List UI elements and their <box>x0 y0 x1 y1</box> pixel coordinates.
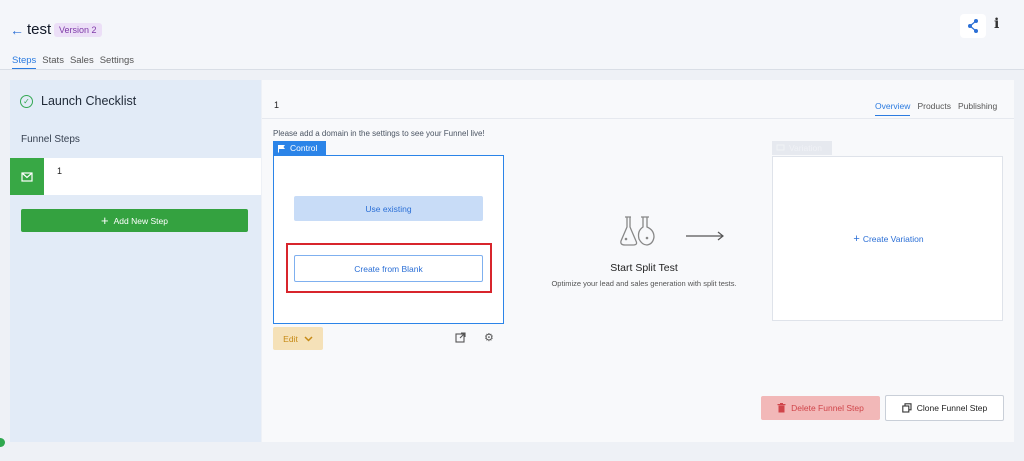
tab-publishing[interactable]: Publishing <box>958 101 997 116</box>
tabs-divider <box>262 118 1014 119</box>
use-existing-button[interactable]: Use existing <box>294 196 483 221</box>
plus-icon: + <box>101 213 109 228</box>
status-dot <box>0 438 5 447</box>
copy-icon <box>902 403 912 413</box>
variation-card: + Create Variation <box>772 156 1003 321</box>
chevron-down-icon <box>304 335 313 342</box>
trash-icon <box>777 403 786 413</box>
info-icon[interactable]: i <box>994 16 999 32</box>
nav-stats[interactable]: Stats <box>42 55 64 69</box>
tab-products[interactable]: Products <box>917 101 951 116</box>
check-circle-icon: ✓ <box>20 94 33 108</box>
create-from-blank-button[interactable]: Create from Blank <box>294 255 483 282</box>
launch-checklist[interactable]: ✓ Launch Checklist <box>10 80 261 122</box>
funnel-step-label: 1 <box>57 166 63 176</box>
split-test-description: Optimize your lead and sales generation … <box>551 279 737 288</box>
main-panel: 1 Overview Products Publishing Please ad… <box>262 80 1014 442</box>
nav-steps[interactable]: Steps <box>12 55 37 69</box>
delete-label: Delete Funnel Step <box>791 403 864 413</box>
split-test-title: Start Split Test <box>610 262 678 274</box>
tab-overview[interactable]: Overview <box>875 101 911 116</box>
control-card: Use existing Create from Blank <box>273 155 504 324</box>
create-variation-label: Create Variation <box>862 234 924 244</box>
step-name: 1 <box>274 100 280 110</box>
version-badge: Version 2 <box>54 23 102 37</box>
nav-settings[interactable]: Settings <box>100 55 134 69</box>
control-label: Control <box>290 143 318 153</box>
control-tag: Control <box>273 141 326 155</box>
chat-icon <box>776 144 785 150</box>
arrow-right-icon <box>686 231 724 241</box>
share-button[interactable] <box>960 14 986 38</box>
variation-tag: Variation <box>772 141 832 155</box>
external-link-icon[interactable] <box>455 332 466 343</box>
funnel-step-item[interactable]: 1 <box>10 158 261 195</box>
variation-label: Variation <box>789 143 822 153</box>
split-test-flask-icon <box>620 216 655 246</box>
clone-label: Clone Funnel Step <box>916 403 988 413</box>
mail-icon <box>10 158 44 195</box>
funnel-steps-heading: Funnel Steps <box>21 134 80 145</box>
sidebar: ✓ Launch Checklist Funnel Steps 1 + Add … <box>10 80 261 442</box>
share-icon <box>968 19 978 33</box>
gear-icon[interactable]: ⚙ <box>484 331 496 344</box>
clone-funnel-step-button[interactable]: Clone Funnel Step <box>885 395 1004 421</box>
domain-notice: Please add a domain in the settings to s… <box>273 129 485 138</box>
add-new-step-button[interactable]: + Add New Step <box>21 209 248 232</box>
top-nav: Steps Stats Sales Settings <box>12 55 134 69</box>
add-step-label: Add New Step <box>113 215 168 226</box>
nav-sales[interactable]: Sales <box>70 55 94 69</box>
checklist-label: Launch Checklist <box>41 94 137 108</box>
tabs: Overview Products Publishing <box>875 101 997 116</box>
edit-label: Edit <box>283 333 298 344</box>
back-arrow-icon[interactable]: ← <box>10 22 24 38</box>
flag-icon <box>278 144 285 152</box>
edit-dropdown-button[interactable]: Edit <box>273 327 323 350</box>
create-variation-button[interactable]: + Create Variation <box>773 233 1004 245</box>
delete-funnel-step-button[interactable]: Delete Funnel Step <box>761 396 880 420</box>
plus-icon: + <box>853 233 860 245</box>
page-title: test <box>27 21 52 38</box>
header: ← test Version 2 i Steps Stats Sales Set… <box>0 0 1024 70</box>
